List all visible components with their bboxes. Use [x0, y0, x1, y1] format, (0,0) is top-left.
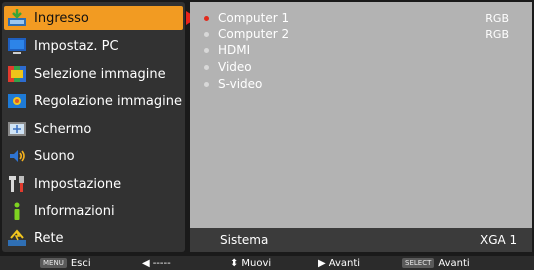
network-icon: [7, 228, 27, 248]
menu-item-label: Ingresso: [34, 10, 89, 26]
menu-item-label: Rete: [34, 230, 64, 246]
input-icon: [7, 8, 27, 28]
selected-radio-icon: [204, 15, 209, 21]
input-option-label: Computer 1: [218, 11, 290, 25]
system-bar[interactable]: Sistema XGA 1: [190, 228, 532, 252]
menu-item-suono[interactable]: Suono: [4, 144, 183, 168]
back-hint-label: -----: [152, 257, 171, 269]
input-signal-label: RGB: [485, 11, 509, 25]
right-arrow-icon: ▶: [318, 257, 326, 269]
input-option-label: Video: [218, 60, 252, 74]
menu-item-label: Informazioni: [34, 203, 115, 219]
radio-icon: [204, 47, 209, 53]
input-option-s-video[interactable]: S-video: [204, 76, 519, 92]
sound-icon: [7, 146, 27, 166]
menu-item-label: Suono: [34, 148, 75, 164]
menu-item-ingresso[interactable]: Ingresso: [4, 6, 197, 30]
image-adjust-icon: [7, 91, 27, 111]
exit-hint-label: Esci: [70, 257, 91, 269]
projector-menu: Ingresso Impostaz. PC Selezione immagine…: [0, 0, 534, 256]
info-icon: [7, 201, 27, 221]
menu-item-selezione-immagine[interactable]: Selezione immagine: [4, 62, 183, 86]
exit-hint: MENU Esci: [40, 256, 91, 270]
menu-item-label: Impostaz. PC: [34, 38, 119, 54]
image-select-icon: [7, 64, 27, 84]
input-submenu-panel: Computer 1 RGB Computer 2 RGB HDMI Video…: [190, 2, 532, 252]
input-option-hdmi[interactable]: HDMI: [204, 42, 519, 58]
screen-icon: [7, 119, 27, 139]
move-hint: ⬍ Muovi: [230, 256, 271, 270]
menu-item-impostaz-pc[interactable]: Impostaz. PC: [4, 34, 183, 58]
select-key-icon: SELECT: [402, 258, 435, 268]
menu-item-regolazione-immagine[interactable]: Regolazione immagine: [4, 89, 183, 113]
pc-monitor-icon: [7, 36, 27, 56]
menu-item-impostazione[interactable]: Impostazione: [4, 172, 183, 196]
input-signal-label: RGB: [485, 27, 509, 41]
input-option-video[interactable]: Video: [204, 59, 519, 75]
main-menu: Ingresso Impostaz. PC Selezione immagine…: [2, 2, 197, 252]
system-value: XGA 1: [480, 233, 518, 247]
menu-item-label: Selezione immagine: [34, 66, 166, 82]
menu-item-label: Impostazione: [34, 176, 122, 192]
menu-key-icon: MENU: [40, 258, 67, 268]
input-option-computer-1[interactable]: Computer 1 RGB: [204, 10, 519, 26]
input-option-label: S-video: [218, 77, 263, 91]
radio-icon: [204, 81, 209, 87]
system-label: Sistema: [220, 233, 269, 247]
next-hint-label: Avanti: [328, 257, 361, 269]
select-hint-label: Avanti: [438, 257, 470, 269]
up-down-arrow-icon: ⬍: [230, 257, 239, 269]
input-option-label: HDMI: [218, 43, 251, 57]
menu-item-schermo[interactable]: Schermo: [4, 117, 183, 141]
radio-icon: [204, 64, 209, 70]
select-hint: SELECT Avanti: [402, 256, 470, 270]
radio-icon: [204, 31, 209, 37]
key-guide-footer: MENU Esci ◀ ----- ⬍ Muovi ▶ Avanti SELEC…: [0, 256, 534, 270]
menu-item-rete[interactable]: Rete: [4, 226, 183, 250]
move-hint-label: Muovi: [241, 257, 272, 269]
tools-icon: [7, 174, 27, 194]
input-option-label: Computer 2: [218, 27, 290, 41]
left-arrow-icon: ◀: [142, 257, 150, 269]
back-hint: ◀ -----: [142, 256, 171, 270]
menu-item-label: Regolazione immagine: [34, 93, 182, 109]
input-option-computer-2[interactable]: Computer 2 RGB: [204, 26, 519, 42]
menu-item-informazioni[interactable]: Informazioni: [4, 199, 183, 223]
menu-item-label: Schermo: [34, 121, 92, 137]
next-hint: ▶ Avanti: [318, 256, 360, 270]
